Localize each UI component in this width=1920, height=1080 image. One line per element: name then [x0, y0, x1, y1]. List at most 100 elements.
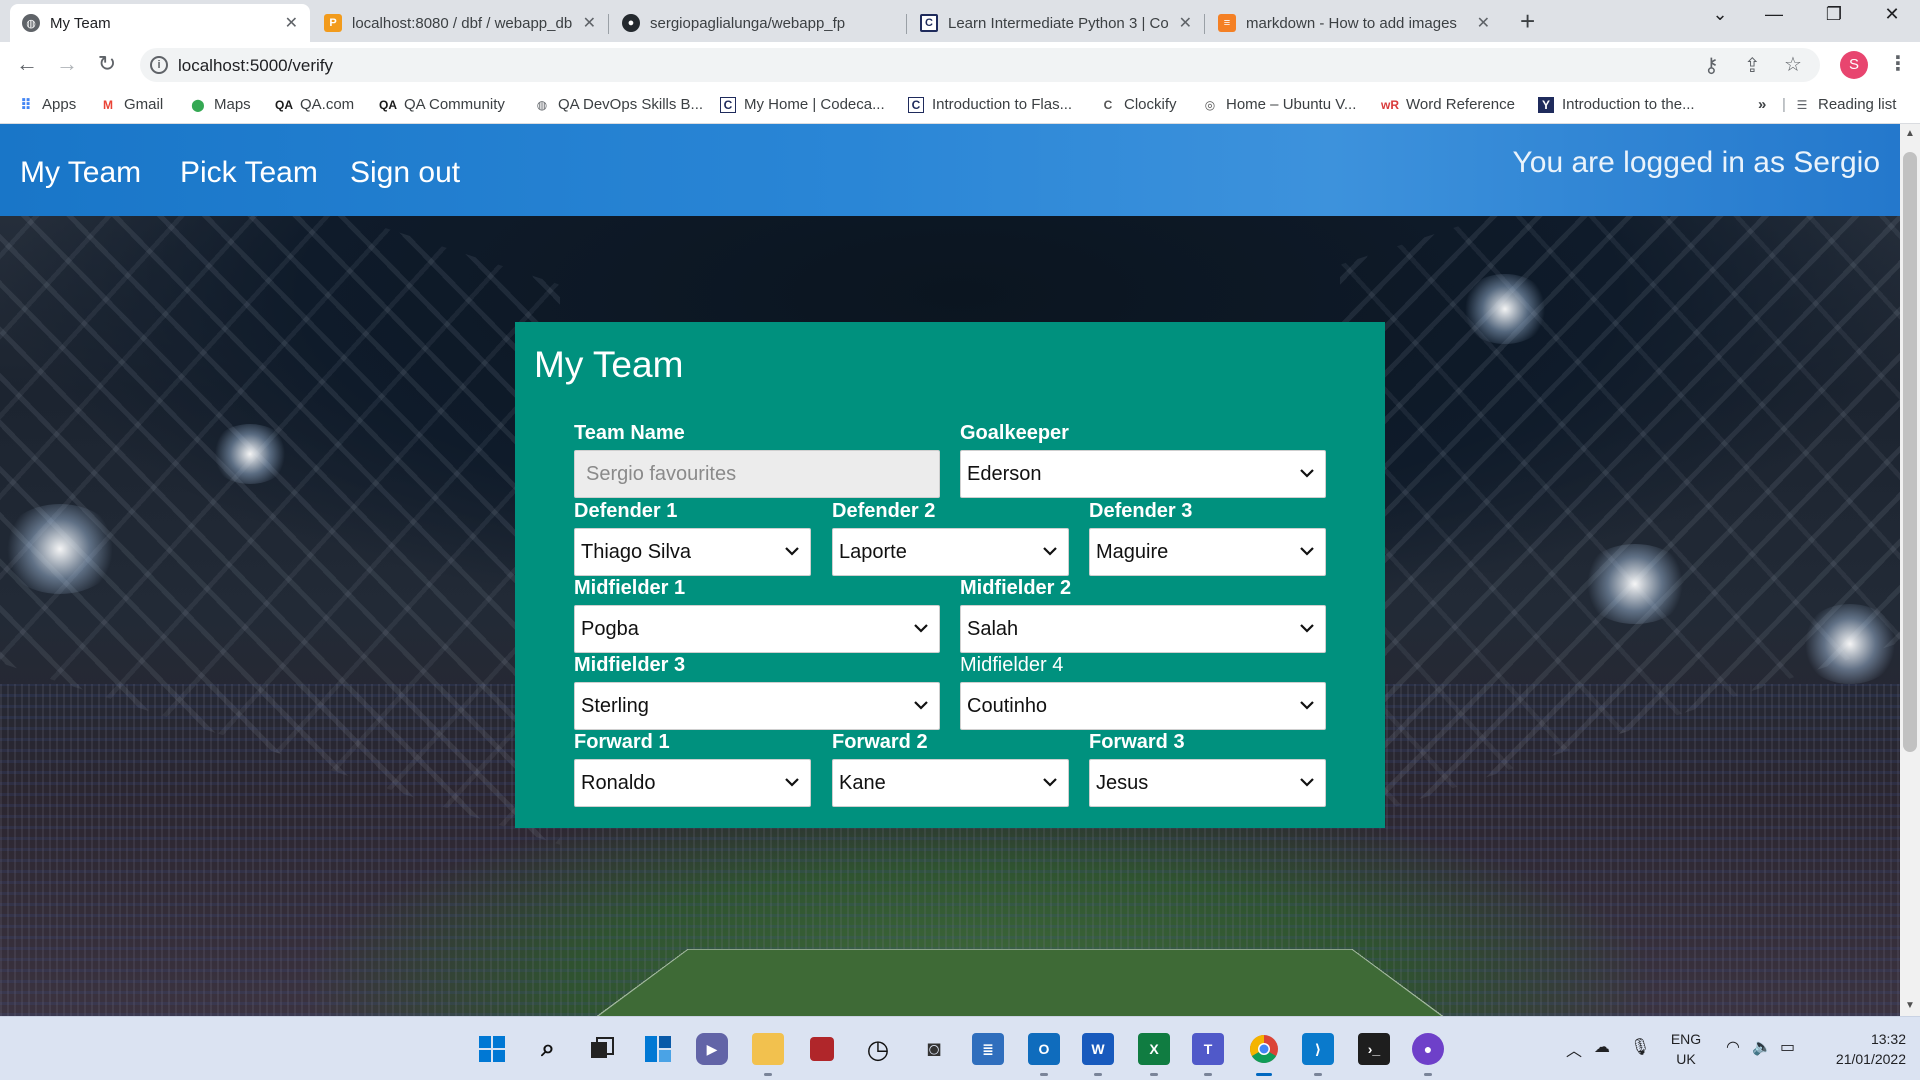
close-tab-icon[interactable]: ✕ [1477, 13, 1490, 33]
wifi-icon[interactable]: ◠ [1726, 1037, 1740, 1057]
profile-avatar[interactable]: S [1840, 51, 1868, 79]
midfielder-2-select[interactable]: Salah [960, 605, 1326, 653]
github-desktop-icon[interactable]: ● [1412, 1033, 1444, 1065]
midfielder-4-select[interactable]: Coutinho [960, 682, 1326, 730]
start-icon[interactable] [476, 1033, 508, 1065]
card-title: My Team [534, 344, 684, 385]
qa-icon: QA [275, 97, 293, 112]
close-tab-icon[interactable]: ✕ [1179, 13, 1192, 33]
vscode-icon[interactable]: ⟩ [1302, 1033, 1334, 1065]
forward-3-select[interactable]: Jesus [1089, 759, 1326, 807]
midfielder-1-select[interactable]: Pogba [574, 605, 940, 653]
bookmark-ubuntu[interactable]: ◎ Home – Ubuntu V... [1202, 96, 1357, 113]
terminal-icon[interactable]: ›_ [1358, 1033, 1390, 1065]
bookmark-qa-devops[interactable]: ◍ QA DevOps Skills B... [534, 96, 703, 113]
maps-icon: ⬤ [191, 97, 205, 112]
goalkeeper-value: Ederson [967, 462, 1042, 485]
goalkeeper-select[interactable]: Ederson [960, 450, 1326, 498]
close-tab-icon[interactable]: ✕ [285, 13, 298, 33]
clock-icon[interactable]: ◷ [862, 1033, 894, 1065]
share-icon[interactable]: ⇪ [1744, 53, 1761, 78]
camera-icon[interactable]: ◙ [918, 1033, 950, 1065]
site-navbar: My Team Pick Team Sign out You are logge… [0, 124, 1900, 216]
page-scrollbar[interactable]: ▲ ▼ [1900, 124, 1920, 1016]
my-team-card: My Team Team Name Sergio favourites Goal… [515, 322, 1385, 828]
bookmark-star-icon[interactable]: ☆ [1784, 52, 1802, 77]
defender-2-select[interactable]: Laporte [832, 528, 1069, 576]
onedrive-icon[interactable]: ☁ [1594, 1037, 1610, 1057]
bookmark-qa-community[interactable]: QA QA Community [379, 96, 505, 113]
battery-icon[interactable]: ▭ [1780, 1037, 1795, 1057]
minimize-icon[interactable]: — [1754, 4, 1794, 25]
close-tab-icon[interactable]: ✕ [583, 13, 596, 33]
active-indicator [1256, 1073, 1272, 1076]
search-icon[interactable]: ⌕ [532, 1033, 564, 1065]
tab-my-team[interactable]: ◍ My Team ✕ [10, 4, 310, 42]
reading-list[interactable]: ☰ Reading list [1794, 96, 1897, 113]
bookmark-intro-the[interactable]: Y Introduction to the... [1538, 96, 1695, 113]
nav-my-team[interactable]: My Team [20, 156, 141, 190]
scrollbar-thumb[interactable] [1903, 152, 1917, 752]
defender-1-label: Defender 1 [574, 500, 678, 522]
widgets-icon[interactable] [642, 1033, 674, 1065]
nav-sign-out[interactable]: Sign out [350, 156, 460, 190]
close-window-icon[interactable]: ✕ [1872, 4, 1912, 25]
midfielder-3-select[interactable]: Sterling [574, 682, 940, 730]
excel-icon[interactable]: X [1138, 1033, 1170, 1065]
language-indicator[interactable]: ENG [1666, 1031, 1706, 1047]
app-red-icon[interactable] [810, 1037, 834, 1061]
tab-search-chevron-icon[interactable]: ⌄ [1700, 4, 1740, 25]
bookmark-wordreference[interactable]: wR Word Reference [1381, 96, 1515, 113]
forward-arrow-icon[interactable]: → [52, 51, 82, 77]
microphone-icon[interactable]: 🎙 [1630, 1037, 1650, 1057]
bookmarks-overflow[interactable]: » [1758, 96, 1766, 113]
nav-pick-team[interactable]: Pick Team [180, 156, 318, 190]
bookmark-maps[interactable]: ⬤ Maps [190, 96, 250, 113]
chevron-down-icon [914, 624, 928, 633]
defender-3-select[interactable]: Maguire [1089, 528, 1326, 576]
key-icon[interactable]: ⚷ [1704, 53, 1719, 78]
bookmark-label: Gmail [124, 96, 164, 113]
file-explorer-icon[interactable] [752, 1033, 784, 1065]
restore-icon[interactable]: ❐ [1814, 4, 1854, 25]
teams-chat-icon[interactable]: ▶ [696, 1033, 728, 1065]
back-arrow-icon[interactable]: ← [12, 51, 42, 77]
page-viewport: My Team Pick Team Sign out You are logge… [0, 124, 1900, 1016]
teams-icon[interactable]: T [1192, 1033, 1224, 1065]
tab-codecademy[interactable]: C Learn Intermediate Python 3 | Co ✕ [908, 4, 1204, 42]
tab-stackoverflow[interactable]: ≡ markdown - How to add images ✕ [1206, 4, 1502, 42]
bookmark-label: QA Community [404, 96, 505, 113]
bookmark-clockify[interactable]: C Clockify [1100, 96, 1177, 113]
task-view-icon[interactable] [586, 1033, 618, 1065]
tab-phpmyadmin[interactable]: P localhost:8080 / dbf / webapp_db ✕ [312, 4, 608, 42]
scroll-up-icon[interactable]: ▲ [1905, 128, 1915, 139]
reload-icon[interactable]: ↻ [92, 51, 122, 77]
bookmark-label: Apps [42, 96, 77, 113]
floodlight [210, 424, 290, 484]
team-name-input[interactable]: Sergio favourites [574, 450, 940, 498]
new-tab-icon[interactable]: + [1520, 6, 1535, 37]
outlook-icon[interactable]: O [1028, 1033, 1060, 1065]
running-indicator [1314, 1073, 1322, 1076]
bookmark-intro-flask[interactable]: C Introduction to Flas... [908, 96, 1072, 113]
bookmark-qa[interactable]: QA QA.com [275, 96, 354, 113]
site-info-icon[interactable]: i [150, 56, 168, 74]
tray-chevron-icon[interactable]: ︿ [1566, 1037, 1582, 1061]
goalkeeper-label: Goalkeeper [960, 422, 1069, 444]
tab-github[interactable]: ● sergiopaglialunga/webapp_fp [610, 4, 906, 42]
running-indicator [1150, 1073, 1158, 1076]
forward-2-select[interactable]: Kane [832, 759, 1069, 807]
word-icon[interactable]: W [1082, 1033, 1114, 1065]
bookmark-codecademy-home[interactable]: C My Home | Codeca... [720, 96, 885, 113]
notepad-icon[interactable]: ≣ [972, 1033, 1004, 1065]
address-bar[interactable]: i localhost:5000/verify ⚷ ⇪ ☆ [140, 48, 1820, 82]
clock-time[interactable]: 13:32 [1816, 1031, 1906, 1047]
forward-1-select[interactable]: Ronaldo [574, 759, 811, 807]
bookmark-apps[interactable]: ⠿ Apps [18, 96, 77, 114]
menu-kebab-icon[interactable]: ⋮ [1888, 51, 1908, 76]
chrome-icon[interactable] [1248, 1033, 1280, 1065]
volume-icon[interactable]: 🔈 [1752, 1037, 1772, 1057]
scroll-down-icon[interactable]: ▼ [1905, 1000, 1915, 1011]
bookmark-gmail[interactable]: M Gmail [100, 96, 163, 113]
defender-1-select[interactable]: Thiago Silva [574, 528, 811, 576]
